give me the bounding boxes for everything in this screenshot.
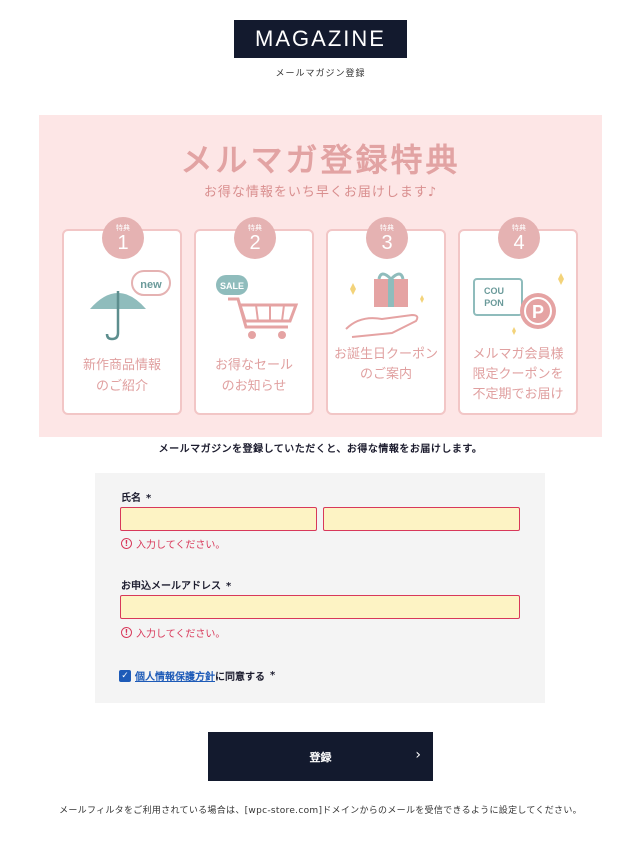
benefit-text-2: お得なセール のお知らせ bbox=[214, 358, 293, 394]
email-error: ! 入力してください。 bbox=[121, 625, 225, 640]
umbrella-new-icon: new bbox=[90, 270, 171, 341]
agree-checkbox[interactable]: ✓ bbox=[119, 669, 131, 682]
email-label: お申込メールアドレス * bbox=[121, 581, 232, 592]
signup-form: 氏名 * ! 入力してください。 お申込メールアドレス * ! 入力してください。 … bbox=[95, 473, 545, 703]
email-input[interactable] bbox=[120, 595, 520, 619]
banner-title: メルマガ登録特典 bbox=[180, 141, 461, 179]
benefit-text-4: メルマガ会員様 限定クーポンを 不定期でお届け bbox=[472, 347, 564, 402]
svg-text:P: P bbox=[532, 302, 544, 322]
coupon-points-icon: COU PON P bbox=[473, 273, 564, 335]
required-mark: * bbox=[146, 493, 152, 504]
first-name-input[interactable] bbox=[323, 507, 520, 531]
gift-hand-icon bbox=[345, 272, 424, 338]
error-icon: ! bbox=[121, 538, 132, 549]
benefit-card-2: 特典 2 SALE お得なセール のお知らせ bbox=[194, 217, 314, 415]
intro-text: メールマガジンを登録していただくと、お得な情報をお届けします。 bbox=[158, 444, 483, 455]
svg-text:COU: COU bbox=[484, 286, 504, 296]
benefit-badge-3: 特典 3 bbox=[366, 217, 408, 259]
chevron-right-icon: › bbox=[415, 747, 421, 763]
logo-text: MAGAZINE bbox=[255, 26, 386, 51]
privacy-policy-link[interactable]: 個人情報保護方針 bbox=[135, 668, 215, 683]
benefit-card-4: 特典 4 COU PON P メルマガ会員様 限定クーポンを 不定期でお届け bbox=[458, 217, 578, 415]
page-subtitle: メールマガジン登録 bbox=[275, 69, 366, 79]
privacy-agreement: ✓ 個人情報保護方針 に同意する * bbox=[119, 668, 275, 683]
magazine-logo: MAGAZINE bbox=[234, 20, 407, 58]
svg-text:new: new bbox=[140, 279, 162, 291]
error-icon: ! bbox=[121, 627, 132, 638]
benefit-badge-2: 特典 2 bbox=[234, 217, 276, 259]
name-error: ! 入力してください。 bbox=[121, 536, 225, 551]
svg-text:PON: PON bbox=[484, 298, 504, 308]
banner-subtitle: お得な情報をいち早くお届けします♪ bbox=[203, 185, 438, 200]
svg-text:SALE: SALE bbox=[220, 281, 244, 291]
benefit-badge-1: 特典 1 bbox=[102, 217, 144, 259]
benefit-badge-4: 特典 4 bbox=[498, 217, 540, 259]
benefit-text-3: お誕生日クーポン のご案内 bbox=[333, 347, 438, 382]
required-mark: * bbox=[270, 670, 276, 681]
last-name-input[interactable] bbox=[120, 507, 317, 531]
shopping-cart-sale-icon: SALE bbox=[216, 275, 299, 339]
benefit-text-1: 新作商品情報 のご紹介 bbox=[82, 358, 161, 394]
benefit-card-1: 特典 1 new 新作商品情報 のご紹介 bbox=[62, 217, 182, 415]
register-button[interactable]: 登録 › bbox=[208, 732, 433, 781]
footer-note: メールフィルタをご利用されている場合は、[wpc-store.com]ドメインか… bbox=[59, 806, 582, 816]
benefits-banner: メルマガ登録特典 お得な情報をいち早くお届けします♪ 特典 1 new 新作商品… bbox=[39, 115, 602, 437]
name-label: 氏名 * bbox=[121, 493, 152, 504]
benefit-card-3: 特典 3 お誕生日クーポン のご案内 bbox=[326, 217, 446, 415]
required-mark: * bbox=[226, 581, 232, 592]
